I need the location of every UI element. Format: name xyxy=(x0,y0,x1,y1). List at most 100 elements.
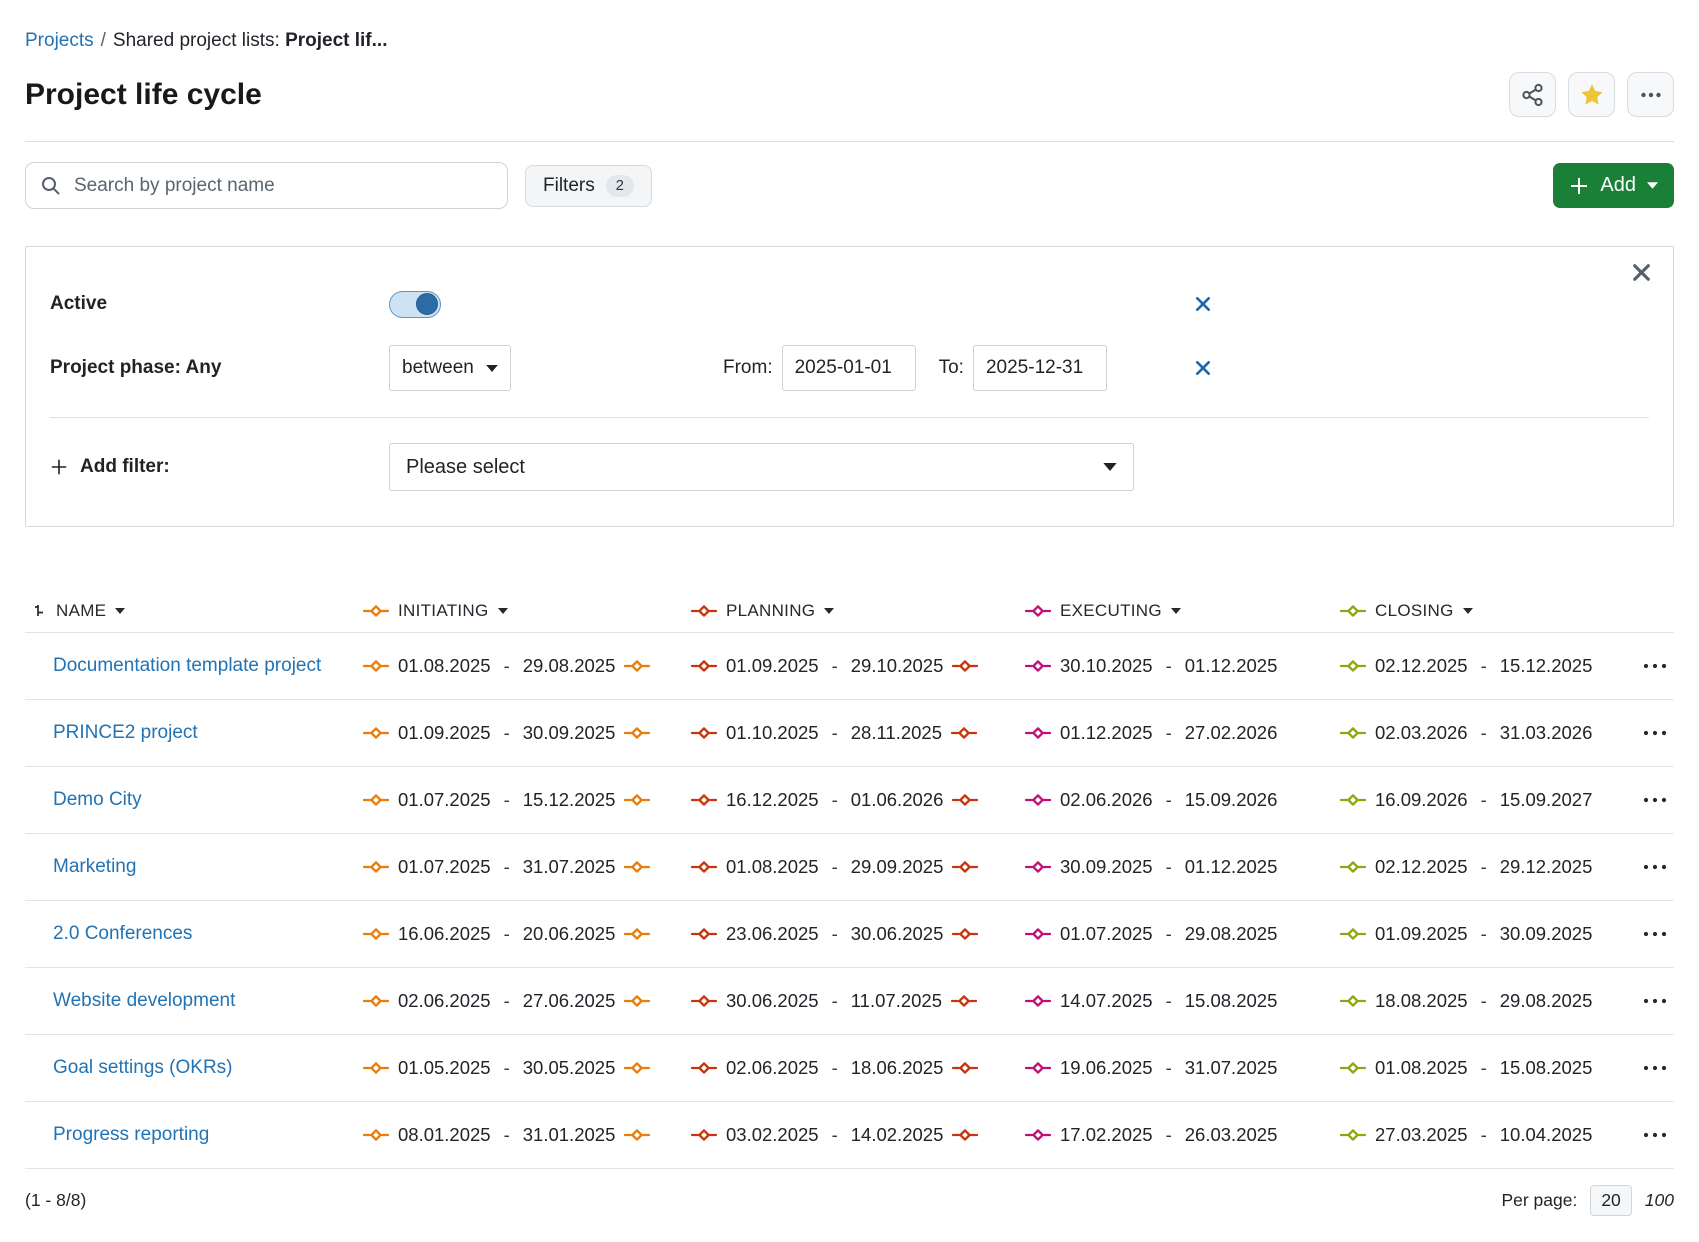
column-sort-caret-icon xyxy=(498,608,508,614)
from-date-input[interactable] xyxy=(782,345,916,391)
phase-gate-icon xyxy=(624,1061,650,1075)
phase-start-date: 27.03.2025 xyxy=(1375,1124,1468,1146)
toolbar: Filters 2 Add xyxy=(25,162,1674,209)
table-row: PRINCE2 project 01.09.2025 - 30.09.2025 … xyxy=(25,700,1674,767)
column-sort-caret-icon xyxy=(824,608,834,614)
phase-gate-icon xyxy=(1025,994,1051,1008)
project-link[interactable]: Documentation template project xyxy=(53,655,321,676)
phase-gate-icon xyxy=(952,860,978,874)
ellipsis-icon xyxy=(1642,796,1668,804)
share-button[interactable] xyxy=(1509,72,1556,117)
breadcrumb-projects-link[interactable]: Projects xyxy=(25,30,94,51)
table-row: Marketing 01.07.2025 - 31.07.2025 01.08.… xyxy=(25,834,1674,901)
select-caret-icon xyxy=(1103,463,1117,471)
column-header-executing[interactable]: EXECUTING xyxy=(1025,601,1340,621)
add-filter-select-value: Please select xyxy=(406,456,525,479)
phase-cell-executing: 17.02.2025 - 26.03.2025 xyxy=(1025,1124,1340,1146)
phase-start-date: 14.07.2025 xyxy=(1060,990,1153,1012)
phase-gate-icon xyxy=(952,927,978,941)
date-separator: - xyxy=(504,856,510,878)
project-link[interactable]: Marketing xyxy=(53,856,136,877)
row-more-button[interactable] xyxy=(1636,857,1674,877)
phase-end-date: 31.01.2025 xyxy=(523,1124,616,1146)
phase-gate-icon xyxy=(952,793,978,807)
date-separator: - xyxy=(1481,789,1487,811)
project-link[interactable]: Progress reporting xyxy=(53,1124,209,1145)
phase-end-date: 29.08.2025 xyxy=(1185,923,1278,945)
project-link[interactable]: PRINCE2 project xyxy=(53,722,198,743)
column-header-closing[interactable]: CLOSING xyxy=(1340,601,1636,621)
remove-active-filter-button[interactable] xyxy=(1195,296,1211,312)
column-header-initiating[interactable]: INITIATING xyxy=(363,601,691,621)
phase-gate-icon xyxy=(363,860,389,874)
from-label: From: xyxy=(723,357,773,379)
date-separator: - xyxy=(832,856,838,878)
favorite-button[interactable] xyxy=(1568,72,1615,117)
search-input[interactable] xyxy=(74,175,493,197)
filter-row-phase: Project phase: Any between From: To: xyxy=(50,341,1649,395)
row-more-button[interactable] xyxy=(1636,924,1674,944)
project-name-cell: Marketing xyxy=(25,856,363,878)
project-link[interactable]: Website development xyxy=(53,990,235,1011)
title-divider xyxy=(25,141,1674,142)
add-filter-label: Add filter: xyxy=(80,456,170,478)
row-more-button[interactable] xyxy=(1636,1125,1674,1145)
phase-gate-icon xyxy=(1025,659,1051,673)
add-filter-select[interactable]: Please select xyxy=(389,443,1134,491)
chevron-down-icon xyxy=(1647,182,1658,189)
phase-end-date: 31.07.2025 xyxy=(523,856,616,878)
to-date-input[interactable] xyxy=(973,345,1107,391)
share-icon xyxy=(1521,83,1545,107)
row-more-button[interactable] xyxy=(1636,991,1674,1011)
phase-start-date: 16.09.2026 xyxy=(1375,789,1468,811)
phase-end-date: 15.09.2026 xyxy=(1185,789,1278,811)
phase-gate-icon xyxy=(952,659,978,673)
column-header-planning[interactable]: PLANNING xyxy=(691,601,1025,621)
add-button[interactable]: Add xyxy=(1553,163,1674,208)
phase-gate-icon xyxy=(1340,793,1366,807)
phase-gate-icon xyxy=(624,659,650,673)
phase-start-date: 03.02.2025 xyxy=(726,1124,819,1146)
phase-cell-initiating: 01.09.2025 - 30.09.2025 xyxy=(363,722,691,744)
per-page-option-100[interactable]: 100 xyxy=(1645,1190,1674,1211)
phase-gate-icon xyxy=(691,604,717,618)
row-more-button[interactable] xyxy=(1636,723,1674,743)
phase-end-date: 15.08.2025 xyxy=(1185,990,1278,1012)
project-link[interactable]: 2.0 Conferences xyxy=(53,923,192,944)
phase-gate-icon xyxy=(951,726,977,740)
breadcrumb-separator: / xyxy=(101,30,106,51)
date-separator: - xyxy=(504,789,510,811)
row-more-button[interactable] xyxy=(1636,790,1674,810)
row-more-button[interactable] xyxy=(1636,656,1674,676)
phase-start-date: 01.09.2025 xyxy=(398,722,491,744)
phase-gate-icon xyxy=(363,1061,389,1075)
phase-cell-closing: 01.08.2025 - 15.08.2025 xyxy=(1340,1057,1636,1079)
filters-button[interactable]: Filters 2 xyxy=(525,165,652,207)
more-options-button[interactable] xyxy=(1627,72,1674,117)
filter-panel-close-button[interactable] xyxy=(1632,263,1651,282)
column-header-name[interactable]: NAME xyxy=(25,601,363,621)
phase-end-date: 20.06.2025 xyxy=(523,923,616,945)
phase-end-date: 30.09.2025 xyxy=(1500,923,1593,945)
phase-cell-executing: 14.07.2025 - 15.08.2025 xyxy=(1025,990,1340,1012)
row-more-button[interactable] xyxy=(1636,1058,1674,1078)
to-label: To: xyxy=(939,357,964,379)
active-toggle[interactable] xyxy=(389,291,441,318)
project-link[interactable]: Demo City xyxy=(53,789,142,810)
phase-start-date: 17.02.2025 xyxy=(1060,1124,1153,1146)
date-separator: - xyxy=(1166,789,1172,811)
phase-gate-icon xyxy=(1340,927,1366,941)
phase-gate-icon xyxy=(1340,860,1366,874)
phase-gate-icon xyxy=(624,927,650,941)
phase-gate-icon xyxy=(624,1128,650,1142)
table-body: Documentation template project 01.08.202… xyxy=(25,633,1674,1169)
phase-start-date: 01.07.2025 xyxy=(1060,923,1153,945)
ellipsis-icon xyxy=(1642,997,1668,1005)
row-actions-cell xyxy=(1636,1125,1684,1145)
phase-gate-icon xyxy=(1025,1128,1051,1142)
project-link[interactable]: Goal settings (OKRs) xyxy=(53,1057,233,1078)
phase-operator-select[interactable]: between xyxy=(389,345,511,391)
phase-start-date: 02.06.2026 xyxy=(1060,789,1153,811)
date-separator: - xyxy=(1166,923,1172,945)
remove-phase-filter-button[interactable] xyxy=(1195,360,1211,376)
